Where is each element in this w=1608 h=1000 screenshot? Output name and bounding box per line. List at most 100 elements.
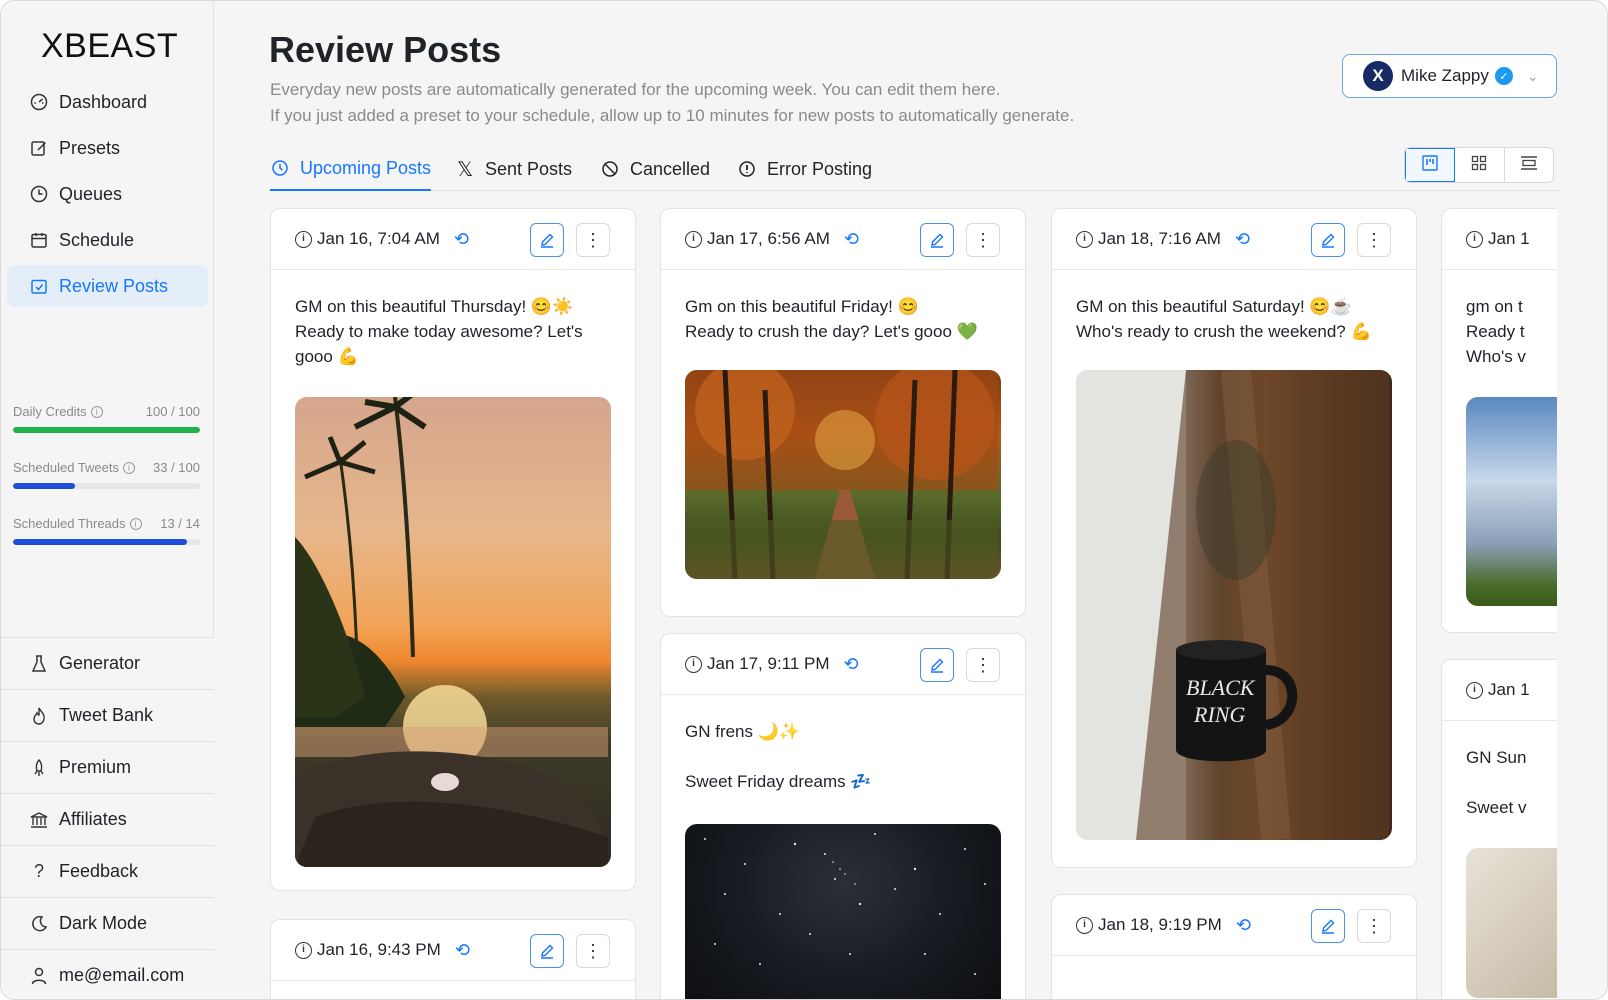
tab-error-posting[interactable]: Error Posting (737, 147, 872, 191)
nav-premium[interactable]: Premium (1, 741, 214, 793)
repeat-icon[interactable]: ⟲ (454, 229, 469, 250)
pencil-icon (1322, 919, 1335, 934)
view-mode-toggle (1404, 147, 1554, 183)
calendar-icon (29, 230, 49, 250)
nav-label: Queues (59, 183, 123, 204)
tab-label: Error Posting (767, 158, 873, 179)
scheduled-tweets-meter: Scheduled Tweets i 33 / 100 (13, 460, 200, 489)
nav-label: me@email.com (59, 965, 185, 985)
meter-fill (13, 483, 75, 489)
nav-dashboard[interactable]: Dashboard (7, 81, 208, 123)
schedule-time-icon: i (1076, 230, 1093, 248)
post-image (685, 370, 1001, 579)
nav-generator[interactable]: Generator (1, 637, 214, 689)
info-icon[interactable]: i (90, 405, 103, 418)
meter-label: Scheduled Threads (13, 516, 126, 531)
nav-presets[interactable]: Presets (7, 127, 208, 169)
error-icon (737, 160, 757, 178)
more-options-button[interactable]: ⋮ (576, 934, 610, 968)
info-icon[interactable]: i (123, 461, 135, 474)
nav-queues[interactable]: Queues (7, 173, 208, 215)
post-time: Jan 18, 7:16 AM (1098, 229, 1221, 248)
pencil-icon (931, 658, 944, 673)
post-time: Jan 17, 6:56 AM (707, 229, 830, 248)
bank-icon (29, 811, 49, 829)
post-card: i Jan 18, 9:19 PM ⟲ ⋮ (1051, 894, 1417, 999)
more-options-button[interactable]: ⋮ (966, 223, 1000, 257)
nav-feedback[interactable]: ? Feedback (1, 845, 214, 897)
nav-label: Schedule (59, 229, 135, 250)
post-image (1466, 397, 1557, 606)
grid-view-button[interactable] (1455, 148, 1505, 182)
pencil-icon (1322, 233, 1335, 248)
repeat-icon[interactable]: ⟲ (1235, 229, 1250, 250)
info-icon[interactable]: i (129, 517, 142, 530)
repeat-icon[interactable]: ⟲ (844, 654, 859, 675)
nav-label: Review Posts (59, 275, 169, 296)
x-logo-icon: 𝕏 (456, 158, 474, 181)
scheduled-threads-meter: Scheduled Threads i 13 / 14 (13, 516, 200, 545)
verified-badge-icon: ✓ (1494, 67, 1513, 85)
schedule-time-icon: i (295, 941, 312, 959)
nav-review-posts[interactable]: Review Posts (7, 265, 208, 307)
more-options-button[interactable]: ⋮ (1357, 223, 1391, 257)
schedule-time-icon: i (685, 655, 702, 673)
post-time: Jan 16, 7:04 AM (317, 229, 440, 248)
meter-label: Scheduled Tweets (13, 460, 119, 475)
post-card: i Jan 1 GN Sun Sweet v (1441, 659, 1557, 999)
kanban-view-button[interactable] (1405, 148, 1456, 182)
account-switcher[interactable]: X Mike Zappy ✓ ⌄ (1342, 54, 1557, 98)
nav-dark-mode[interactable]: Dark Mode (1, 897, 214, 949)
edit-button[interactable] (1311, 909, 1345, 943)
edit-button[interactable] (530, 223, 564, 257)
review-check-icon (29, 276, 49, 296)
nav-label: Affiliates (59, 809, 127, 829)
tab-upcoming-posts[interactable]: Upcoming Posts (270, 147, 432, 191)
meter-fill (13, 427, 200, 433)
edit-square-icon (29, 138, 49, 158)
edit-button[interactable] (530, 934, 564, 968)
more-vertical-icon: ⋮ (974, 654, 992, 675)
more-options-button[interactable]: ⋮ (966, 648, 1000, 682)
more-options-button[interactable]: ⋮ (1357, 909, 1391, 943)
tab-cancelled[interactable]: Cancelled (600, 147, 710, 191)
post-image: BLACK RING (1076, 370, 1392, 840)
schedule-time-icon: i (1076, 916, 1093, 934)
nav-label: Feedback (59, 861, 139, 881)
rocket-icon (29, 758, 49, 777)
nav-account-email[interactable]: me@email.com (1, 949, 214, 999)
nav-label: Premium (59, 757, 132, 777)
repeat-icon[interactable]: ⟲ (455, 940, 470, 961)
svg-text:BLACK: BLACK (1186, 675, 1256, 700)
tab-label: Upcoming Posts (300, 157, 432, 178)
list-view-button[interactable] (1505, 148, 1553, 182)
schedule-time-icon: i (1466, 681, 1483, 699)
more-options-button[interactable]: ⋮ (576, 223, 610, 257)
repeat-icon[interactable]: ⟲ (1236, 915, 1251, 936)
edit-button[interactable] (920, 223, 954, 257)
post-image (295, 397, 611, 867)
edit-button[interactable] (920, 648, 954, 682)
account-name: Mike Zappy (1401, 66, 1489, 85)
tab-sent-posts[interactable]: 𝕏 Sent Posts (455, 147, 572, 191)
user-icon (29, 967, 49, 985)
more-vertical-icon: ⋮ (974, 229, 992, 250)
post-tabs: Upcoming Posts 𝕏 Sent Posts Cancelled Er… (270, 147, 1560, 191)
clock-history-icon (270, 159, 290, 177)
schedule-time-icon: i (295, 230, 312, 248)
post-card: i Jan 16, 7:04 AM ⟲ ⋮ GM on this beautif… (270, 208, 636, 891)
description-line: If you just added a preset to your sched… (270, 106, 1075, 125)
nav-schedule[interactable]: Schedule (7, 219, 208, 261)
meter-value: 33 / 100 (153, 460, 200, 475)
repeat-icon[interactable]: ⟲ (844, 229, 859, 250)
edit-button[interactable] (1311, 223, 1345, 257)
meter-value: 13 / 14 (160, 516, 200, 531)
post-text: Gm on this beautiful Friday! 😊 Ready to … (685, 297, 978, 341)
list-view-icon (1520, 155, 1538, 176)
post-time: Jan 18, 9:19 PM (1098, 915, 1222, 934)
nav-tweet-bank[interactable]: Tweet Bank (1, 689, 214, 741)
post-image (685, 824, 1001, 999)
nav-affiliates[interactable]: Affiliates (1, 793, 214, 845)
nav-label: Generator (59, 653, 141, 673)
meter-label: Daily Credits (13, 404, 87, 419)
